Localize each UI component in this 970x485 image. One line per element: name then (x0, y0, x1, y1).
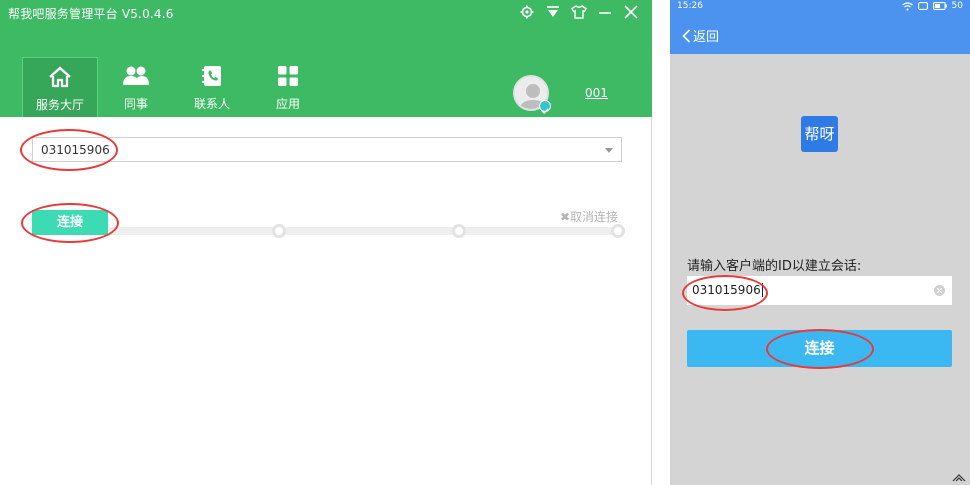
tab-label: 同事 (123, 97, 148, 111)
highlight-ring (682, 275, 768, 311)
skin-icon[interactable] (566, 2, 592, 24)
progress-node (452, 224, 466, 238)
tab-label: 联系人 (193, 97, 230, 111)
client-id-prompt: 请输入客户端的ID以建立会话: (687, 259, 862, 274)
tab-contacts[interactable]: 联系人 (174, 57, 250, 117)
tab-colleagues[interactable]: 同事 (98, 57, 174, 117)
main-nav: 服务大厅 同事 联系人 应用 (22, 57, 326, 117)
app-logo: 帮呀 (801, 116, 838, 152)
colleagues-icon (98, 65, 174, 87)
settings-icon[interactable] (514, 2, 540, 24)
contacts-icon (174, 65, 250, 87)
connection-progress-track (108, 227, 620, 235)
window-controls (514, 2, 644, 24)
progress-node (611, 224, 625, 238)
title-bar: 帮我吧服务管理平台 V5.0.4.6 服务大厅 同事 联系人 应用 001 (0, 0, 652, 117)
phone-screen: 15:26 50 返回 帮呀 请输入客户端的ID以建立会话: 031015906… (670, 0, 970, 485)
chevron-left-icon (682, 28, 691, 43)
resize-grip-icon (952, 474, 966, 482)
clear-icon[interactable] (934, 285, 945, 296)
separator (653, 0, 670, 485)
back-label: 返回 (693, 30, 720, 45)
screen-icon (917, 2, 928, 10)
tab-label: 应用 (275, 97, 300, 111)
battery-level: 50 (951, 1, 963, 11)
close-icon[interactable] (618, 2, 644, 24)
dropdown-icon[interactable] (540, 2, 566, 24)
status-bar: 15:26 50 (670, 0, 970, 14)
back-button[interactable]: 返回 (682, 26, 719, 45)
highlight-ring (766, 329, 874, 369)
phone-nav-bar: 返回 (670, 14, 970, 54)
cancel-connection-link[interactable]: ✖取消连接 (560, 208, 618, 225)
tab-label: 服务大厅 (35, 98, 84, 112)
desktop-window: 帮我吧服务管理平台 V5.0.4.6 服务大厅 同事 联系人 应用 001 03… (0, 0, 652, 485)
wifi-icon (901, 1, 913, 11)
highlight-ring (20, 129, 118, 171)
home-icon (23, 66, 97, 88)
tab-service-hall[interactable]: 服务大厅 (22, 57, 98, 117)
screenshot-root: 帮我吧服务管理平台 V5.0.4.6 服务大厅 同事 联系人 应用 001 03… (0, 0, 970, 485)
user-id-link[interactable]: 001 (585, 86, 608, 100)
status-time: 15:26 (677, 1, 703, 11)
status-icons: 50 (901, 1, 963, 11)
minimize-icon[interactable] (592, 2, 618, 24)
app-title: 帮我吧服务管理平台 V5.0.4.6 (8, 7, 174, 21)
client-id-combobox[interactable]: 031015906 (32, 137, 622, 162)
highlight-ring (21, 203, 119, 243)
battery-icon (932, 2, 947, 10)
chevron-down-icon[interactable] (605, 148, 613, 153)
tab-apps[interactable]: 应用 (250, 57, 326, 117)
progress-node (272, 224, 286, 238)
apps-icon (250, 65, 326, 87)
online-status-icon (539, 100, 551, 115)
